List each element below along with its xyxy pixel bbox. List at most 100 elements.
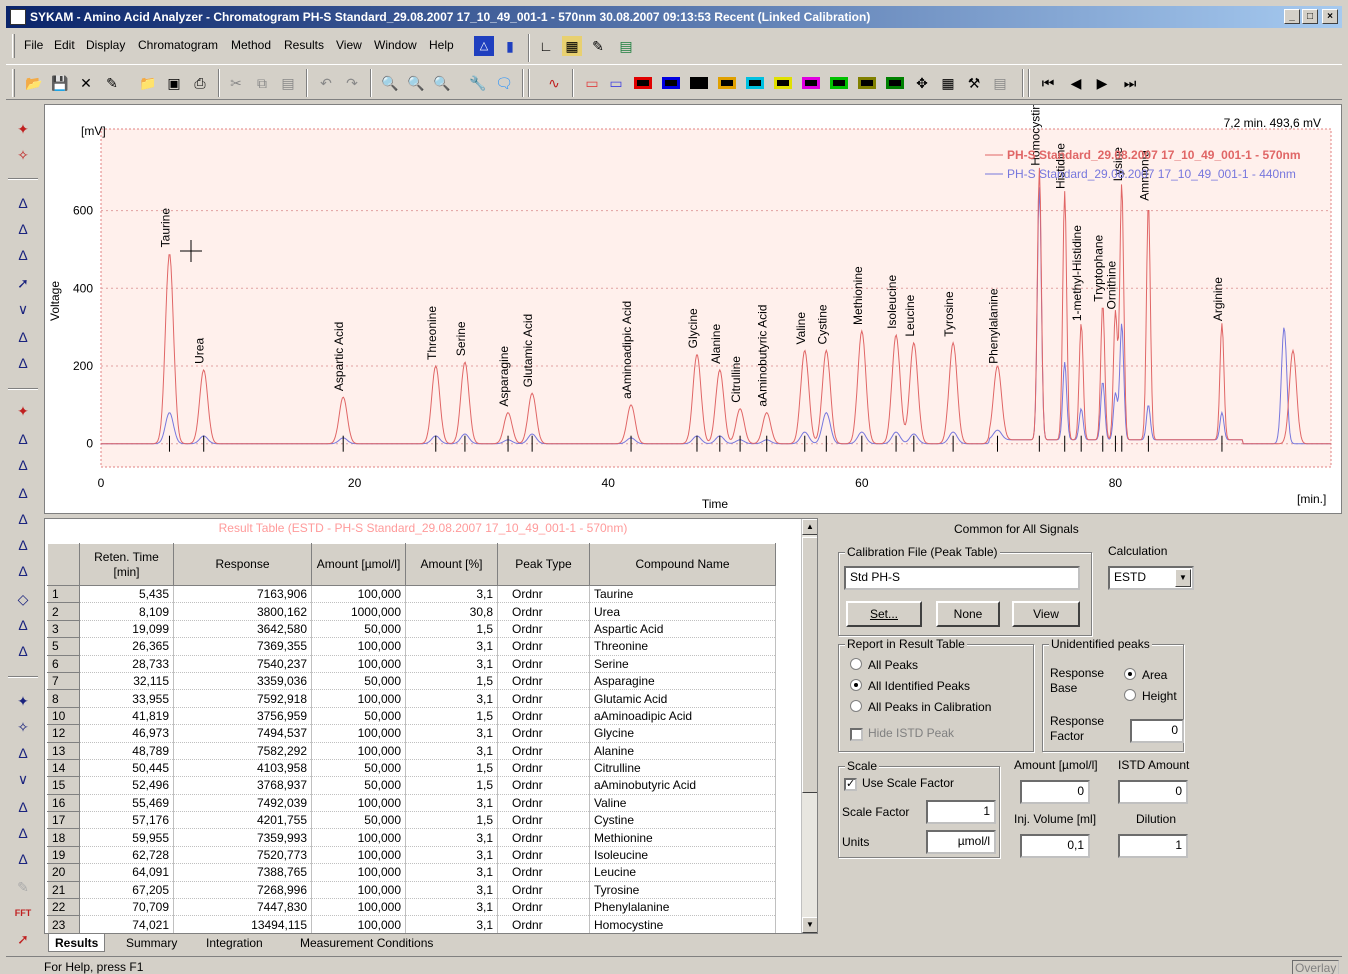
bars-icon[interactable]: ▮ [500, 36, 520, 56]
redo-icon[interactable]: ↷ [342, 73, 362, 93]
peak-tool-icon[interactable]: ∨ [12, 768, 34, 790]
set-button[interactable]: Set... [846, 601, 922, 627]
inj-volume-field[interactable]: 0,1 [1020, 834, 1090, 858]
last-icon[interactable]: ⏭ [1120, 73, 1140, 93]
calibration-file-field[interactable]: Std PH-S [844, 566, 1080, 590]
table-scrollbar[interactable]: ▲ ▼ [801, 519, 817, 933]
peak-tool-icon[interactable]: Δ [12, 454, 34, 476]
table-row[interactable]: 16 55,469 7492,039 100,000 3,1 Ordnr Valine [47, 793, 776, 813]
peak-tool-icon[interactable]: Δ [12, 218, 34, 240]
prev-icon[interactable]: ◀ [1066, 73, 1086, 93]
header-amount-pct[interactable]: Amount [%] [405, 543, 498, 586]
trace-orange-button[interactable] [718, 77, 736, 89]
peak-tool-icon[interactable]: ✧ [12, 716, 34, 738]
print-icon[interactable]: ⎙ [190, 73, 210, 93]
amount-field[interactable]: 0 [1020, 780, 1090, 804]
color-red-icon[interactable]: ▭ [582, 73, 602, 93]
radio-area[interactable] [1124, 668, 1136, 680]
peak-tool-icon[interactable]: Δ [12, 822, 34, 844]
table-row[interactable]: 7 32,115 3359,036 50,000 1,5 Ordnr Asparagine [47, 671, 776, 691]
trace-magenta-button[interactable] [802, 77, 820, 89]
peak-tool-icon[interactable]: Δ [12, 560, 34, 582]
peak-tool-icon[interactable]: ✦ [12, 690, 34, 712]
peak-tool-icon[interactable]: ◇ [12, 588, 34, 610]
peak-tool-icon[interactable]: Δ [12, 244, 34, 266]
peak-tool-icon[interactable]: Δ [12, 326, 34, 348]
radio-height[interactable] [1124, 689, 1136, 701]
overlay-icon[interactable]: △ [474, 36, 494, 56]
peak-tool-icon[interactable]: Δ [12, 534, 34, 556]
paste-icon[interactable]: ▤ [278, 73, 298, 93]
table-row[interactable]: 15 52,496 3768,937 50,000 1,5 Ordnr aAminobuty… [47, 776, 776, 795]
header-amount-umol[interactable]: Amount [µmol/l] [311, 543, 406, 586]
save-icon[interactable]: 💾 [50, 73, 70, 93]
cut-icon[interactable]: ✂ [226, 73, 246, 93]
grid-icon[interactable]: ▦ [938, 73, 958, 93]
menu-help[interactable]: Help [429, 38, 454, 52]
chromatogram-chart[interactable]: 0 200 400 600 0 20 40 60 80 [mV] [min.] Time Voltage… [45, 96, 1341, 513]
peak-tool-icon[interactable]: Δ [12, 848, 34, 870]
table-row[interactable]: 22 70,709 7447,830 100,000 3,1 Ordnr Phenylala… [47, 898, 776, 917]
use-scale-checkbox[interactable]: ✓ [844, 778, 857, 791]
tab-measurement-conditions[interactable]: Measurement Conditions [294, 934, 439, 952]
tab-summary[interactable]: Summary [120, 934, 183, 952]
table-row[interactable]: 18 59,955 7359,993 100,000 3,1 Ordnr Methionin… [47, 828, 776, 847]
peak-tool-icon[interactable]: Δ [12, 614, 34, 636]
maximize-button[interactable]: □ [1302, 9, 1318, 24]
menu-window[interactable]: Window [374, 38, 417, 52]
radio-all-peaks[interactable] [850, 658, 862, 670]
color-blue-icon[interactable]: ▭ [606, 73, 626, 93]
move-icon[interactable]: ✥ [912, 73, 932, 93]
response-factor-field[interactable]: 0 [1130, 719, 1184, 743]
minimize-button[interactable]: _ [1284, 9, 1300, 24]
menu-edit[interactable]: Edit [54, 38, 75, 52]
peak-tool-icon[interactable]: ✧ [12, 144, 34, 166]
peak-tool-icon[interactable]: Δ [12, 192, 34, 214]
menu-results[interactable]: Results [284, 38, 324, 52]
peak-tool-icon[interactable]: ➚ [12, 928, 34, 950]
table-row[interactable]: 6 28,733 7540,237 100,000 3,1 Ordnr Serine [47, 654, 776, 673]
close-button[interactable]: × [1322, 9, 1338, 24]
trace-yellow-button[interactable] [774, 77, 792, 89]
header-response[interactable]: Response [173, 543, 312, 586]
peak-tool-icon[interactable]: ∨ [12, 298, 34, 320]
table-row[interactable]: 13 48,789 7582,292 100,000 3,1 Ordnr Alanine [47, 741, 776, 760]
radio-all-identified[interactable] [850, 679, 862, 691]
table-row[interactable]: 21 67,205 7268,996 100,000 3,1 Ordnr Tyrosine [47, 880, 776, 900]
first-icon[interactable]: ⏮ [1038, 73, 1058, 93]
table-row[interactable]: 12 46,973 7494,537 100,000 3,1 Ordnr Glycine [47, 724, 776, 743]
table-row[interactable]: 8 33,955 7592,918 100,000 3,1 Ordnr Glutamic A… [47, 689, 776, 708]
table-row[interactable]: 14 50,445 4103,958 50,000 1,5 Ordnr Citrulline [47, 758, 776, 778]
next-icon[interactable]: ▶ [1092, 73, 1112, 93]
open-icon[interactable]: 📂 [24, 73, 44, 93]
fft-icon[interactable]: FFT [12, 902, 34, 924]
istd-amount-field[interactable]: 0 [1118, 780, 1188, 804]
table-row[interactable]: 1 5,435 7163,906 100,000 3,1 Ordnr Taurine [47, 584, 776, 604]
header-index[interactable] [47, 543, 80, 586]
properties-icon[interactable]: ✎ [102, 73, 122, 93]
menu-view[interactable]: View [336, 38, 362, 52]
edit-icon[interactable]: ✎ [588, 36, 608, 56]
zoom-in-icon[interactable]: 🔍 [380, 73, 400, 93]
trace-black-button[interactable] [690, 77, 708, 89]
tools-icon[interactable]: ⚒ [964, 73, 984, 93]
chromatogram-panel[interactable]: 0 200 400 600 0 20 40 60 80 [mV] [min.] Time Voltage… [44, 96, 1342, 514]
menu-display[interactable]: Display [86, 38, 125, 52]
copy-icon[interactable]: ⧉ [252, 73, 272, 93]
camera-icon[interactable]: ▣ [164, 73, 184, 93]
units-field[interactable]: µmol/l [926, 830, 996, 854]
open-chrom-icon[interactable]: 📁 [138, 73, 158, 93]
signal-icon[interactable]: ∿ [544, 73, 564, 93]
trace-cyan-button[interactable] [746, 77, 764, 89]
peak-tool-icon[interactable]: Δ [12, 742, 34, 764]
table-row[interactable]: 20 64,091 7388,765 100,000 3,1 Ordnr Leucine [47, 863, 776, 882]
zoom-reset-icon[interactable]: 🔍 [432, 73, 452, 93]
report-icon[interactable]: ▤ [616, 36, 636, 56]
peak-tool-icon[interactable]: Δ [12, 508, 34, 530]
peak-tool-icon[interactable]: ➚ [12, 272, 34, 294]
trace-darkgreen-button[interactable] [886, 77, 904, 89]
dilution-field[interactable]: 1 [1118, 834, 1188, 858]
scroll-down-icon[interactable]: ▼ [802, 917, 817, 933]
table-row[interactable]: 3 19,099 3642,580 50,000 1,5 Ordnr Aspartic Ac… [47, 619, 776, 639]
header-compound-name[interactable]: Compound Name [589, 543, 776, 586]
